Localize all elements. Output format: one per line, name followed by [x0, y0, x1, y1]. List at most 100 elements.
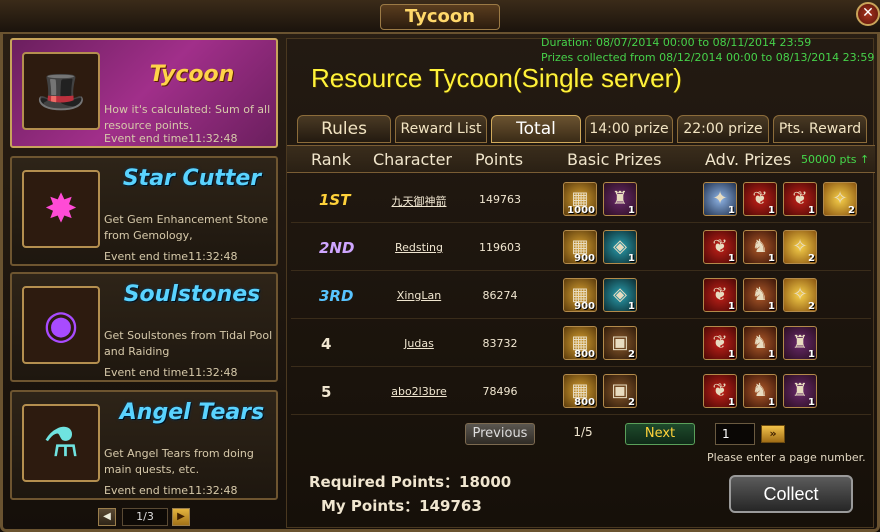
potion-vial-icon: ⚗ [22, 404, 100, 482]
event-end: Event end time11:32:48 [104, 366, 238, 379]
character-link[interactable]: abo2l3bre [389, 385, 449, 398]
gold-reward-icon[interactable]: ▦ 800 [563, 326, 597, 360]
teal-reward-icon[interactable]: ◈ 1 [603, 230, 637, 264]
reward-quantity: 2 [628, 397, 635, 408]
tab-total[interactable]: Total [491, 115, 581, 143]
table-header: Rank Character Points Basic Prizes Adv. … [287, 145, 875, 173]
event-desc: How it's calculated: Sum of all resource… [104, 103, 271, 132]
table-row: 5 abo2l3bre 78496 ▦ 800 ▣ 2 ❦ 1 ♞ 1 ♜ 1 [291, 371, 871, 415]
event-card-angel-tears[interactable]: ⚗ Angel Tears Get Angel Tears from doing… [10, 390, 278, 500]
gold-reward-icon[interactable]: ▦ 900 [563, 230, 597, 264]
reward-quantity: 1 [768, 205, 775, 216]
reward-quantity: 800 [574, 349, 595, 360]
rank-label: 2ND [319, 239, 355, 257]
close-icon[interactable]: ✕ [856, 2, 880, 26]
tab-rules[interactable]: Rules [297, 115, 391, 143]
points-value: 86274 [482, 289, 518, 302]
fig-reward-icon[interactable]: ♜ 1 [783, 374, 817, 408]
chest-reward-icon[interactable]: ▣ 2 [603, 374, 637, 408]
header-basic-prizes: Basic Prizes [567, 150, 662, 169]
rank-label: 3RD [319, 287, 354, 305]
tab-reward-list[interactable]: Reward List [395, 115, 487, 143]
warr-reward-icon[interactable]: ♞ 1 [743, 278, 777, 312]
event-card-tycoon[interactable]: 🎩 Tycoon How it's calculated: Sum of all… [10, 38, 278, 148]
event-end: Event end time11:32:48 [104, 132, 238, 145]
table-pager: Previous 1/5 Next 1 » [465, 423, 865, 447]
event-name: Angel Tears [119, 400, 265, 425]
red-reward-icon[interactable]: ❦ 1 [703, 230, 737, 264]
reward-quantity: 1 [728, 349, 735, 360]
tycoon-portrait-icon: 🎩 [22, 52, 100, 130]
reward-quantity: 1 [808, 205, 815, 216]
red-reward-icon[interactable]: ❦ 1 [703, 326, 737, 360]
tab-bar: Rules Reward List Total 14:00 prize 22:0… [297, 115, 873, 143]
reward-quantity: 2 [808, 301, 815, 312]
wolf-reward-icon[interactable]: ✦ 1 [703, 182, 737, 216]
sidebar-prev-button[interactable]: ◀ [98, 508, 116, 526]
reward-quantity: 1 [808, 397, 815, 408]
tab-1400-prize[interactable]: 14:00 prize [585, 115, 673, 143]
yel-reward-icon[interactable]: ✧ 2 [783, 278, 817, 312]
yel-reward-icon[interactable]: ✧ 2 [783, 230, 817, 264]
reward-quantity: 1 [768, 253, 775, 264]
reward-quantity: 2 [848, 205, 855, 216]
rank-label: 4 [321, 335, 332, 353]
character-link[interactable]: 九天御神箭 [389, 193, 449, 209]
event-card-star-cutter[interactable]: ✸ Star Cutter Get Gem Enhancement Stone … [10, 156, 278, 266]
fig-reward-icon[interactable]: ♜ 1 [783, 326, 817, 360]
header-rank: Rank [311, 150, 351, 169]
red-reward-icon[interactable]: ❦ 1 [703, 278, 737, 312]
warr-reward-icon[interactable]: ♞ 1 [743, 230, 777, 264]
tab-pts-reward[interactable]: Pts. Reward [773, 115, 867, 143]
gold-reward-icon[interactable]: ▦ 1000 [563, 182, 597, 216]
tab-2200-prize[interactable]: 22:00 prize [677, 115, 769, 143]
points-value: 149763 [479, 193, 521, 206]
warr-reward-icon[interactable]: ♞ 1 [743, 374, 777, 408]
gold-reward-icon[interactable]: ▦ 800 [563, 374, 597, 408]
event-desc: Get Angel Tears from doing main quests, … [104, 447, 254, 476]
yel-reward-icon[interactable]: ✧ 2 [823, 182, 857, 216]
fig-reward-icon[interactable]: ♜ 1 [603, 182, 637, 216]
reward-quantity: 1000 [567, 205, 595, 216]
title-bar: Tycoon [0, 0, 880, 34]
sidebar-next-button[interactable]: ▶ [172, 508, 190, 526]
event-desc: Get Soulstones from Tidal Pool and Raidi… [104, 329, 273, 358]
event-name: Star Cutter [122, 166, 262, 191]
table-row: 3RD XingLan 86274 ▦ 900 ◈ 1 ❦ 1 ♞ 1 ✧ 2 [291, 275, 871, 319]
reward-quantity: 1 [768, 301, 775, 312]
previous-button[interactable]: Previous [465, 423, 535, 445]
window-title: Tycoon [380, 4, 500, 30]
rank-label: 1ST [319, 191, 351, 209]
points-value: 83732 [482, 337, 518, 350]
points-value: 119603 [479, 241, 521, 254]
event-card-soulstones[interactable]: ◉ Soulstones Get Soulstones from Tidal P… [10, 272, 278, 382]
chest-reward-icon[interactable]: ▣ 2 [603, 326, 637, 360]
points-value: 78496 [482, 385, 518, 398]
header-character: Character [373, 150, 452, 169]
page-number-input[interactable]: 1 [715, 423, 755, 445]
go-page-button[interactable]: » [761, 425, 785, 443]
character-link[interactable]: Judas [389, 337, 449, 350]
red-reward-icon[interactable]: ❦ 1 [783, 182, 817, 216]
teal-reward-icon[interactable]: ◈ 1 [603, 278, 637, 312]
next-button[interactable]: Next [625, 423, 695, 445]
page-indicator: 1/5 [573, 425, 593, 439]
event-end: Event end time11:32:48 [104, 484, 238, 497]
reward-quantity: 1 [728, 301, 735, 312]
reward-quantity: 1 [808, 349, 815, 360]
reward-quantity: 2 [808, 253, 815, 264]
event-name: Soulstones [123, 282, 261, 307]
reward-quantity: 2 [628, 349, 635, 360]
reward-quantity: 1 [628, 301, 635, 312]
red-reward-icon[interactable]: ❦ 1 [703, 374, 737, 408]
reward-quantity: 1 [728, 253, 735, 264]
red-reward-icon[interactable]: ❦ 1 [743, 182, 777, 216]
character-link[interactable]: XingLan [389, 289, 449, 302]
reward-quantity: 1 [768, 349, 775, 360]
collect-button[interactable]: Collect [729, 475, 853, 513]
table-row: 4 Judas 83732 ▦ 800 ▣ 2 ❦ 1 ♞ 1 ♜ 1 [291, 323, 871, 367]
character-link[interactable]: Redsting [389, 241, 449, 254]
warr-reward-icon[interactable]: ♞ 1 [743, 326, 777, 360]
reward-quantity: 900 [574, 301, 595, 312]
gold-reward-icon[interactable]: ▦ 900 [563, 278, 597, 312]
